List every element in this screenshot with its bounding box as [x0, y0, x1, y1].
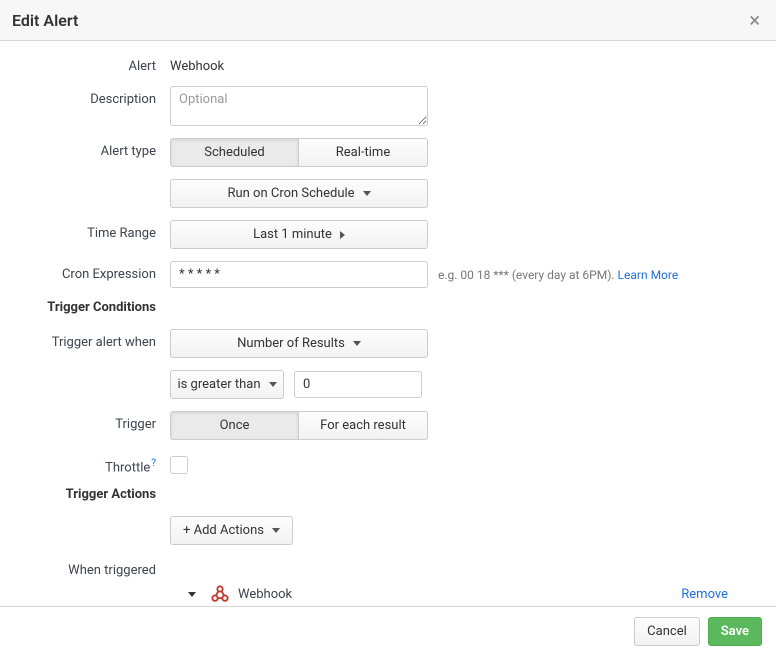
learn-more-link[interactable]: Learn More [618, 268, 679, 282]
comparator-dropdown[interactable]: is greater than [170, 370, 284, 399]
description-input[interactable] [170, 86, 428, 126]
modal-footer: Cancel Save [0, 606, 776, 656]
trigger-once-button[interactable]: Once [170, 411, 299, 440]
trigger-actions-heading: Trigger Actions [0, 487, 170, 502]
chevron-down-icon [272, 528, 280, 533]
action-item: Webhook Remove [188, 584, 728, 604]
throttle-label: Throttle? [0, 452, 170, 475]
realtime-button[interactable]: Real-time [299, 138, 428, 167]
schedule-type-label: Run on Cron Schedule [227, 186, 354, 201]
chevron-down-icon [269, 382, 277, 387]
time-range-label: Time Range [0, 220, 170, 249]
cron-hint: e.g. 00 18 *** (every day at 6PM). Learn… [438, 268, 678, 282]
time-range-value: Last 1 minute [253, 227, 332, 242]
webhook-icon [210, 584, 230, 604]
cron-input[interactable] [170, 261, 428, 288]
cancel-button[interactable]: Cancel [634, 617, 700, 646]
trigger-when-label: Trigger alert when [0, 329, 170, 358]
threshold-input[interactable] [294, 371, 422, 398]
action-name: Webhook [238, 587, 292, 602]
modal-title: Edit Alert [12, 11, 78, 30]
modal-body: Alert Webhook Description Alert type Sch… [0, 41, 776, 606]
save-button[interactable]: Save [708, 617, 762, 646]
trigger-condition-dropdown[interactable]: Number of Results [170, 329, 428, 358]
schedule-type-dropdown[interactable]: Run on Cron Schedule [170, 179, 428, 208]
chevron-right-icon [340, 231, 345, 239]
scheduled-button[interactable]: Scheduled [170, 138, 299, 167]
modal-header: Edit Alert × [0, 0, 776, 41]
comparator-value: is greater than [177, 377, 260, 392]
alert-type-toggle: Scheduled Real-time [170, 138, 428, 167]
throttle-checkbox[interactable] [170, 456, 188, 474]
remove-action-link[interactable]: Remove [681, 587, 728, 602]
time-range-dropdown[interactable]: Last 1 minute [170, 220, 428, 249]
trigger-foreach-button[interactable]: For each result [299, 411, 428, 440]
add-actions-button[interactable]: + Add Actions [170, 516, 293, 545]
trigger-conditions-heading: Trigger Conditions [0, 300, 170, 315]
add-actions-label: + Add Actions [183, 523, 264, 538]
description-label: Description [0, 86, 170, 126]
close-icon[interactable]: × [749, 10, 760, 30]
alert-label: Alert [0, 53, 170, 74]
help-icon[interactable]: ? [151, 458, 156, 469]
chevron-down-icon [363, 191, 371, 196]
when-triggered-label: When triggered [0, 557, 170, 578]
alert-value: Webhook [170, 53, 224, 74]
trigger-label: Trigger [0, 411, 170, 440]
cron-label: Cron Expression [0, 261, 170, 288]
trigger-condition-value: Number of Results [237, 336, 345, 351]
chevron-down-icon [353, 341, 361, 346]
alert-type-label: Alert type [0, 138, 170, 167]
trigger-mode-toggle: Once For each result [170, 411, 428, 440]
collapse-icon[interactable] [188, 592, 196, 597]
